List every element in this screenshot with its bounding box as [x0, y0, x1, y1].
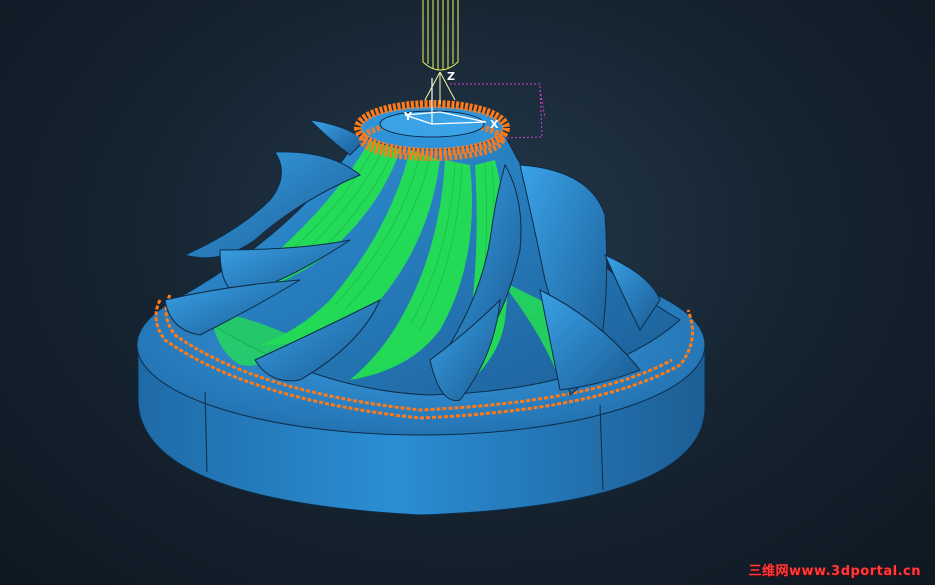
watermark: 三维网www.3dportal.cn	[748, 564, 921, 579]
axis-label-z: Z	[447, 70, 455, 83]
cad-3d-viewport[interactable]: Y X Z	[0, 0, 935, 585]
axis-label-y: Y	[403, 110, 413, 123]
axis-label-x: X	[490, 118, 499, 131]
cutting-tool	[422, 0, 459, 104]
